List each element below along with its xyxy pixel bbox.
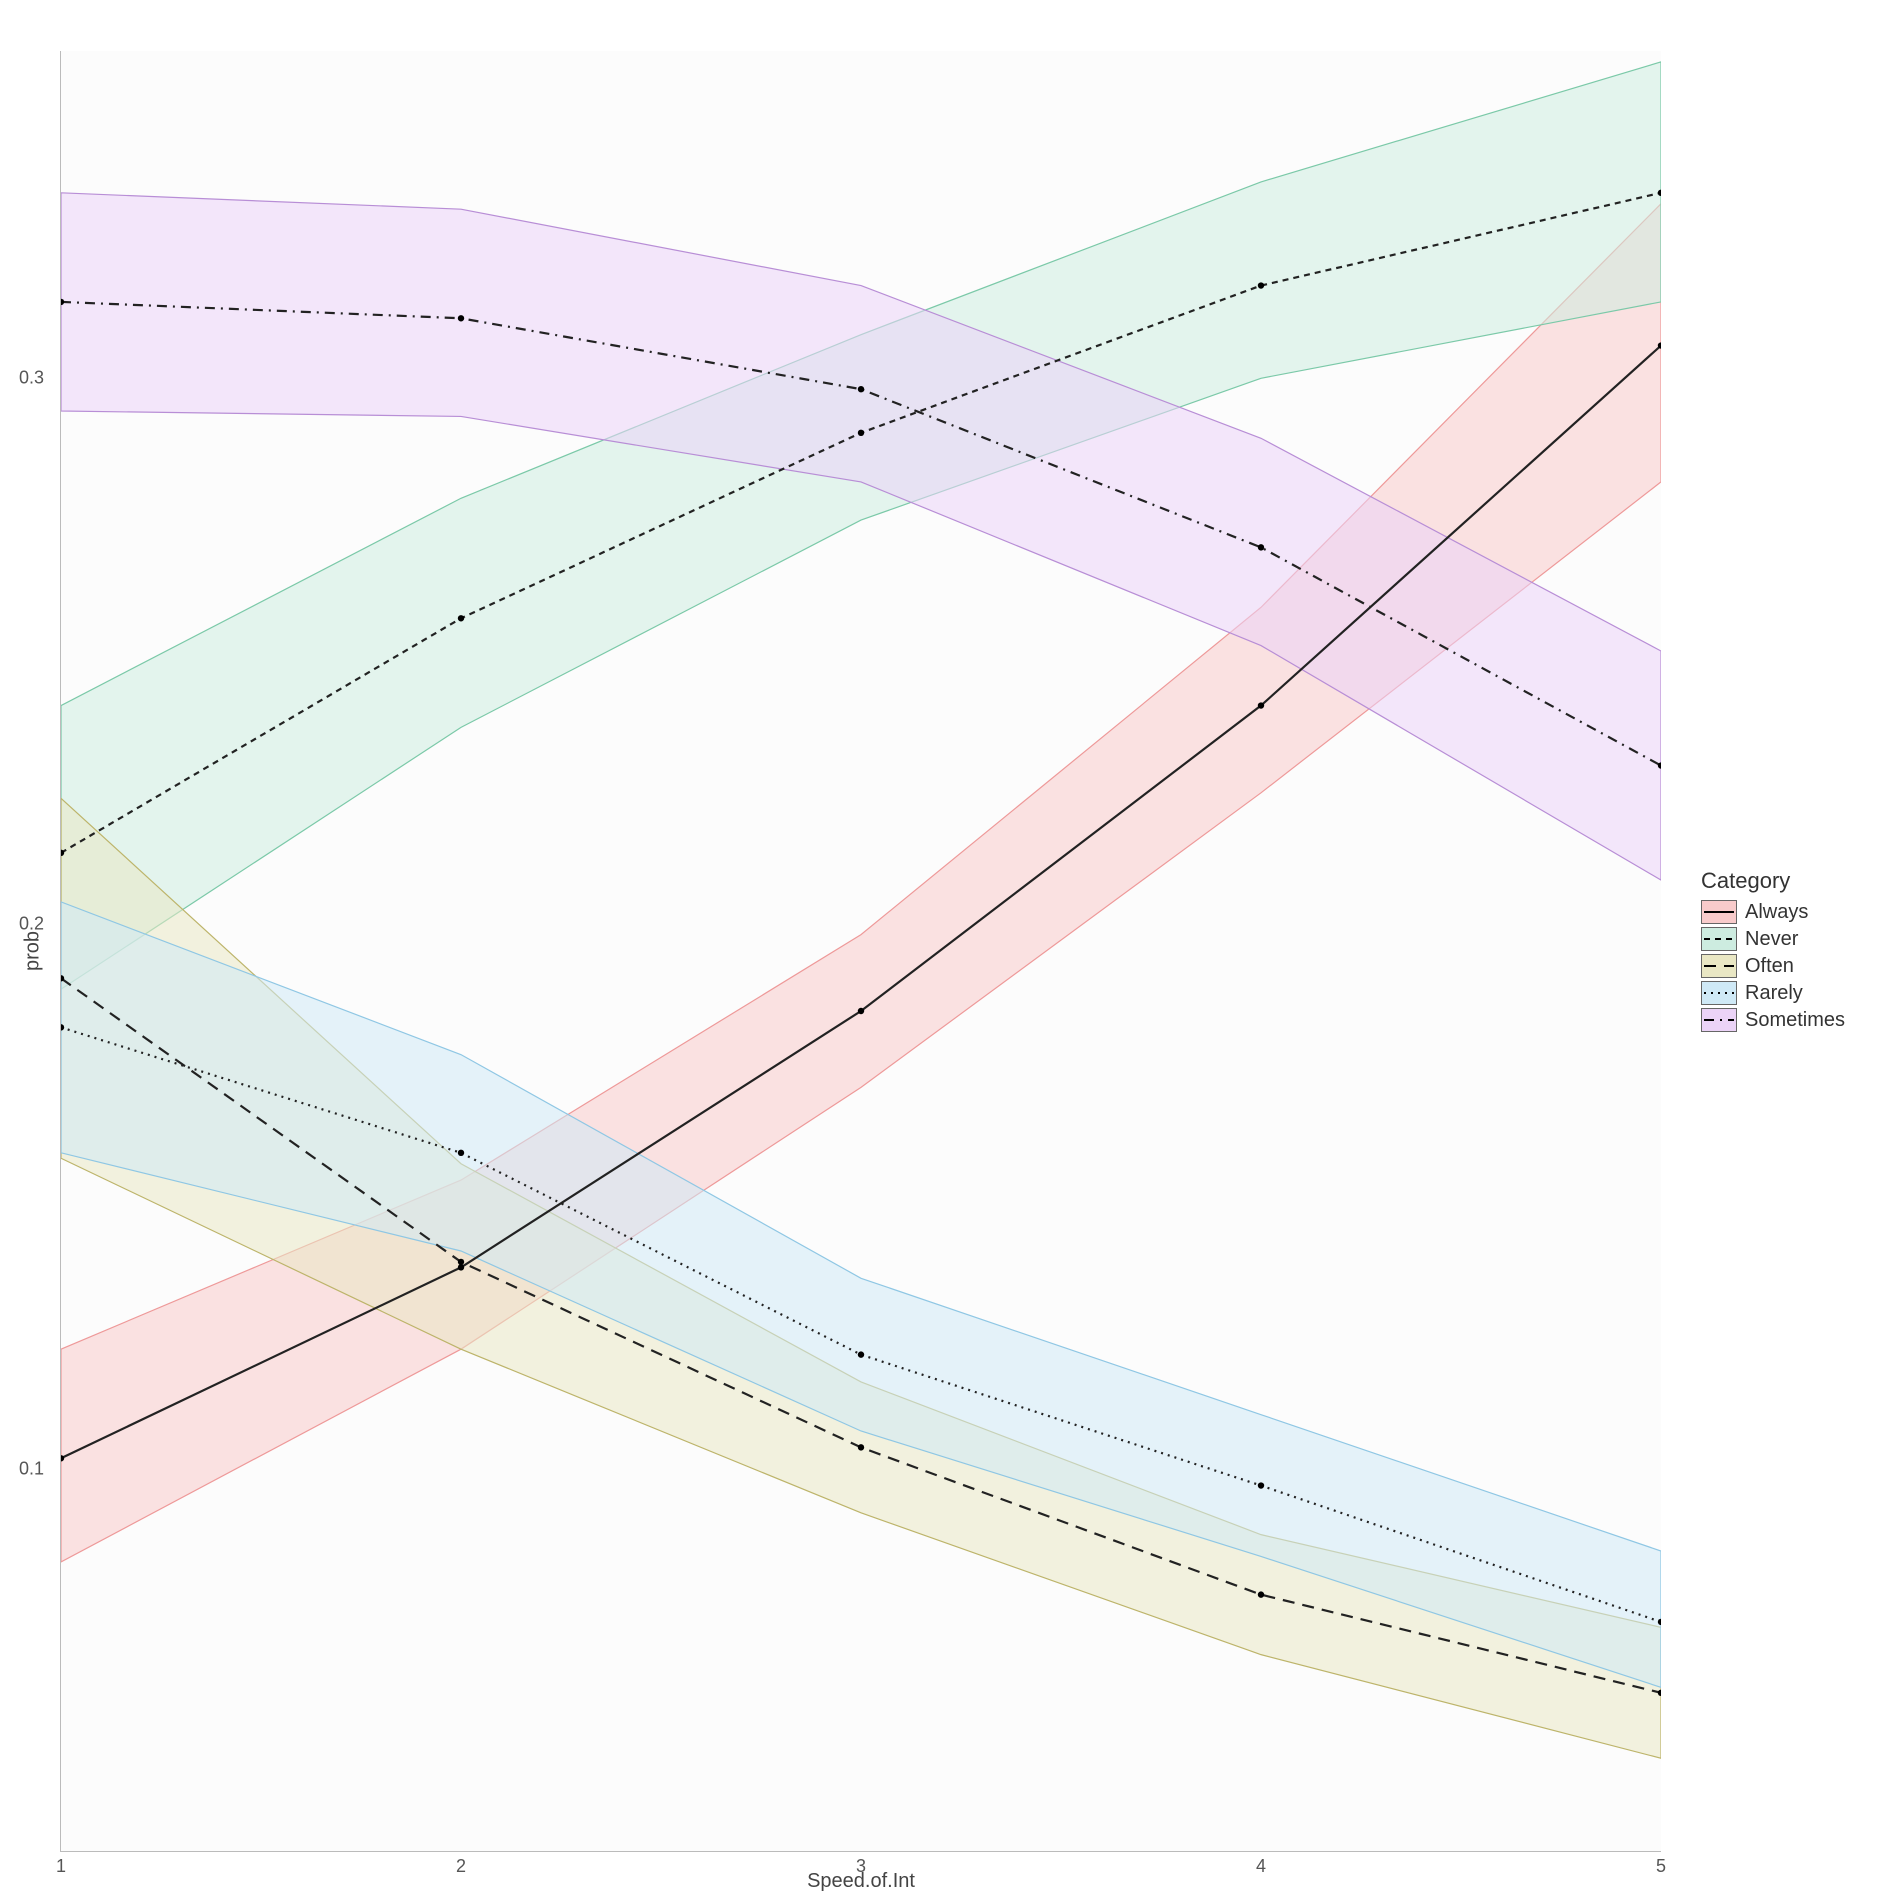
point-sometimes bbox=[1258, 544, 1264, 550]
legend-label: Rarely bbox=[1745, 982, 1803, 1005]
legend-item-often: Often bbox=[1701, 954, 1845, 978]
x-tick: 4 bbox=[1256, 1856, 1266, 1877]
legend-label: Always bbox=[1745, 901, 1808, 924]
point-often bbox=[858, 1444, 864, 1450]
point-never bbox=[1258, 282, 1264, 288]
point-rarely bbox=[858, 1351, 864, 1357]
legend-swatch bbox=[1701, 954, 1737, 978]
legend-swatch bbox=[1701, 927, 1737, 951]
legend-item-never: Never bbox=[1701, 927, 1845, 951]
legend-item-sometimes: Sometimes bbox=[1701, 1008, 1845, 1032]
legend-swatch bbox=[1701, 981, 1737, 1005]
y-tick: 0.2 bbox=[19, 913, 44, 934]
point-often bbox=[458, 1259, 464, 1265]
legend-label: Sometimes bbox=[1745, 1009, 1845, 1032]
point-often bbox=[1258, 1591, 1264, 1597]
y-axis-label: prob bbox=[22, 931, 45, 971]
plot-panel: prob Speed.of.Int 0.10.20.312345 bbox=[60, 51, 1661, 1852]
point-sometimes bbox=[858, 386, 864, 392]
legend-label: Never bbox=[1745, 928, 1798, 951]
chart-container: prob Speed.of.Int 0.10.20.312345 Categor… bbox=[0, 0, 1890, 1903]
point-always bbox=[858, 1008, 864, 1014]
point-always bbox=[458, 1264, 464, 1270]
legend-title: Category bbox=[1701, 868, 1845, 894]
point-rarely bbox=[1258, 1482, 1264, 1488]
legend: Category Always Never Often Rarely Sometimes bbox=[1701, 868, 1845, 1035]
y-tick: 0.3 bbox=[19, 368, 44, 389]
point-never bbox=[458, 615, 464, 621]
legend-label: Often bbox=[1745, 955, 1794, 978]
point-always bbox=[1258, 702, 1264, 708]
legend-swatch bbox=[1701, 1008, 1737, 1032]
x-tick: 5 bbox=[1656, 1856, 1666, 1877]
x-tick: 2 bbox=[456, 1856, 466, 1877]
legend-item-rarely: Rarely bbox=[1701, 981, 1845, 1005]
legend-item-always: Always bbox=[1701, 900, 1845, 924]
x-tick: 1 bbox=[56, 1856, 66, 1877]
plot-svg bbox=[61, 51, 1661, 1851]
x-tick: 3 bbox=[856, 1856, 866, 1877]
point-rarely bbox=[458, 1150, 464, 1156]
legend-swatch bbox=[1701, 900, 1737, 924]
y-tick: 0.1 bbox=[19, 1459, 44, 1480]
point-sometimes bbox=[458, 315, 464, 321]
point-never bbox=[858, 430, 864, 436]
